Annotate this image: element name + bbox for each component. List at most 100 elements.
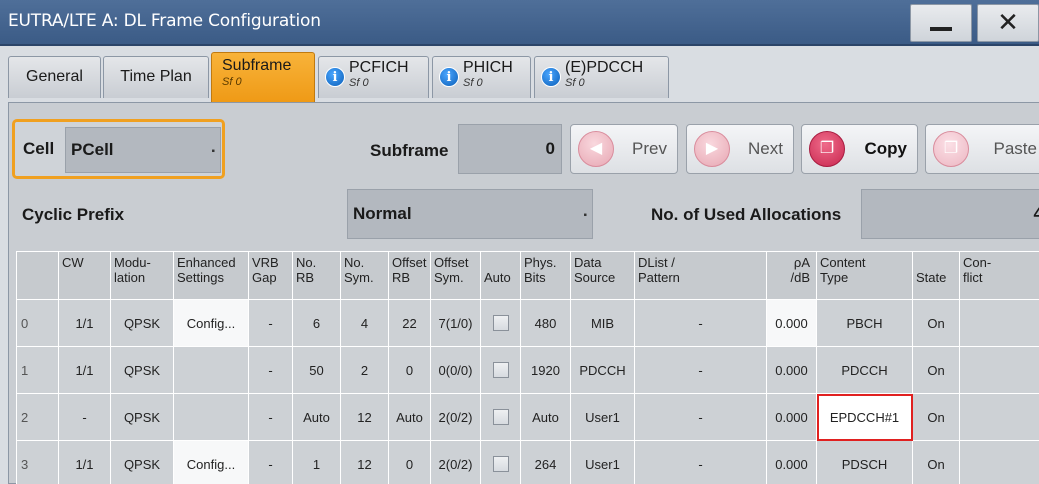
auto-checkbox[interactable]: [492, 362, 509, 379]
data-source-cell[interactable]: User1: [570, 393, 635, 441]
modulation-cell[interactable]: QPSK: [110, 393, 174, 441]
data-source-cell[interactable]: PDCCH: [570, 346, 635, 394]
no-rb-cell[interactable]: 1: [292, 440, 341, 484]
cw-cell[interactable]: 1/1: [58, 440, 111, 484]
auto-cell[interactable]: [480, 346, 521, 394]
arrow-left-icon: ◀: [578, 131, 614, 167]
vrb-gap-cell[interactable]: -: [248, 393, 293, 441]
tab-label: (E)PDCCH: [565, 59, 644, 76]
dlist-pattern-cell[interactable]: -: [634, 393, 767, 441]
cell-select[interactable]: PCell ▪: [65, 127, 221, 173]
used-allocations-field[interactable]: 4: [861, 189, 1039, 239]
tab-sublabel: Sf 0: [565, 77, 585, 89]
auto-checkbox[interactable]: [492, 409, 509, 426]
modulation-cell[interactable]: QPSK: [110, 346, 174, 394]
no-sym-cell[interactable]: 12: [340, 393, 389, 441]
offset-sym-cell[interactable]: 7(1/0): [430, 299, 481, 347]
state-cell[interactable]: On: [912, 393, 960, 441]
tab-label: Time Plan: [120, 68, 192, 85]
cw-cell[interactable]: 1/1: [58, 299, 111, 347]
content-type-cell[interactable]: PBCH: [816, 299, 913, 347]
col-header: Phys. Bits: [520, 251, 571, 300]
table-row: 1 1/1 QPSK - 50 2 0 0(0/0) 1920 PDCCH - …: [16, 346, 1039, 394]
subframe-value: 0: [545, 139, 555, 158]
offset-rb-cell[interactable]: 22: [388, 299, 431, 347]
dlist-pattern-cell[interactable]: -: [634, 299, 767, 347]
copy-label: Copy: [864, 139, 908, 158]
dlist-pattern-cell[interactable]: -: [634, 346, 767, 394]
enhanced-settings-button[interactable]: Config...: [173, 440, 249, 484]
tab-label: Subframe: [222, 57, 292, 74]
title-bar: EUTRA/LTE A: DL Frame Configuration ✕: [0, 0, 1039, 46]
pa-cell[interactable]: 0.000: [766, 393, 817, 441]
col-header: Auto: [480, 251, 521, 300]
col-header: Con- flict: [959, 251, 1039, 300]
dlist-pattern-cell[interactable]: -: [634, 440, 767, 484]
offset-rb-cell[interactable]: 0: [388, 440, 431, 484]
no-rb-cell[interactable]: 50: [292, 346, 341, 394]
offset-sym-cell[interactable]: 2(0/2): [430, 393, 481, 441]
state-cell[interactable]: On: [912, 440, 960, 484]
cyclic-prefix-select[interactable]: Normal ▪: [347, 189, 593, 239]
subframe-label: Subframe: [370, 141, 449, 160]
no-rb-cell[interactable]: 6: [292, 299, 341, 347]
subframe-field[interactable]: 0: [458, 124, 562, 174]
offset-rb-cell[interactable]: 0: [388, 346, 431, 394]
auto-checkbox[interactable]: [492, 315, 509, 332]
used-allocations-value: 4: [1033, 204, 1039, 223]
paste-button[interactable]: ❐ Paste: [925, 124, 1039, 174]
pa-cell[interactable]: 0.000: [766, 346, 817, 394]
no-sym-cell[interactable]: 12: [340, 440, 389, 484]
state-cell[interactable]: On: [912, 346, 960, 394]
tab-time-plan[interactable]: Time Plan: [103, 56, 209, 98]
content-type-cell[interactable]: PDCCH: [816, 346, 913, 394]
content-type-cell-highlighted[interactable]: EPDCCH#1: [816, 393, 913, 441]
tab-pcfich[interactable]: i PCFICH Sf 0: [318, 56, 429, 98]
enhanced-settings-cell: [173, 346, 249, 394]
cw-cell[interactable]: -: [58, 393, 111, 441]
auto-checkbox[interactable]: [492, 456, 509, 473]
tab-general[interactable]: General: [8, 56, 101, 98]
auto-cell[interactable]: [480, 299, 521, 347]
vrb-gap-cell[interactable]: -: [248, 299, 293, 347]
table-row: 0 1/1 QPSK Config... - 6 4 22 7(1/0) 480…: [16, 299, 1039, 347]
tab-sublabel: Sf 0: [463, 77, 483, 89]
offset-rb-cell[interactable]: Auto: [388, 393, 431, 441]
data-source-cell[interactable]: MIB: [570, 299, 635, 347]
modulation-cell[interactable]: QPSK: [110, 299, 174, 347]
no-sym-cell[interactable]: 2: [340, 346, 389, 394]
enhanced-settings-button[interactable]: Config...: [173, 299, 249, 347]
next-button[interactable]: ▶ Next: [686, 124, 794, 174]
vrb-gap-cell[interactable]: -: [248, 440, 293, 484]
data-source-cell[interactable]: User1: [570, 440, 635, 484]
tab-epdcch[interactable]: i (E)PDCCH Sf 0: [534, 56, 669, 98]
dropdown-caret-icon: ▪: [583, 210, 587, 221]
table-header-row: CW Modu- lation Enhanced Settings VRB Ga…: [16, 251, 1039, 300]
offset-sym-cell[interactable]: 0(0/0): [430, 346, 481, 394]
conflict-cell: [959, 346, 1039, 394]
no-rb-cell[interactable]: Auto: [292, 393, 341, 441]
auto-cell[interactable]: [480, 440, 521, 484]
info-icon: i: [541, 67, 561, 87]
modulation-cell[interactable]: QPSK: [110, 440, 174, 484]
col-header: DList / Pattern: [634, 251, 767, 300]
cw-cell[interactable]: 1/1: [58, 346, 111, 394]
pa-cell[interactable]: 0.000: [766, 440, 817, 484]
no-sym-cell[interactable]: 4: [340, 299, 389, 347]
offset-sym-cell[interactable]: 2(0/2): [430, 440, 481, 484]
tab-phich[interactable]: i PHICH Sf 0: [432, 56, 531, 98]
tab-subframe[interactable]: Subframe Sf 0: [211, 52, 315, 102]
state-cell[interactable]: On: [912, 299, 960, 347]
minimize-button[interactable]: [910, 4, 972, 42]
auto-cell[interactable]: [480, 393, 521, 441]
col-header: No. Sym.: [340, 251, 389, 300]
close-button[interactable]: ✕: [977, 4, 1039, 42]
prev-button[interactable]: ◀ Prev: [570, 124, 678, 174]
tab-sublabel: Sf 0: [349, 77, 369, 89]
row-index: 0: [16, 299, 59, 347]
content-type-cell[interactable]: PDSCH: [816, 440, 913, 484]
copy-button[interactable]: ❐ Copy: [801, 124, 918, 174]
next-label: Next: [748, 139, 783, 158]
pa-cell[interactable]: 0.000: [766, 299, 817, 347]
vrb-gap-cell[interactable]: -: [248, 346, 293, 394]
